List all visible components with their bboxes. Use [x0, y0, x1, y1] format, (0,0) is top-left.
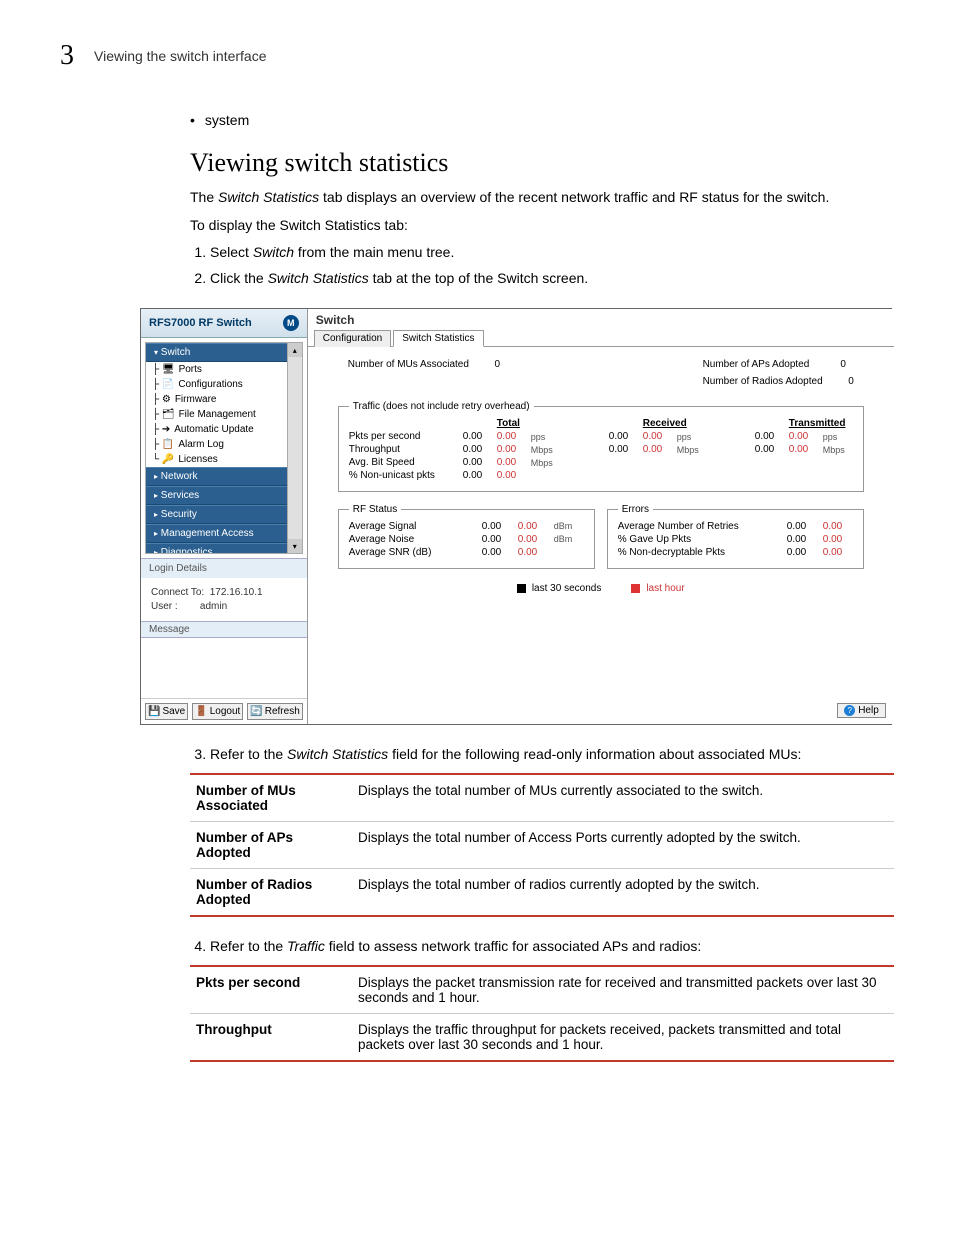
col-transmitted: Transmitted [789, 418, 819, 429]
nav-item-alarm-log[interactable]: ├ 📋 Alarm Log [146, 437, 302, 452]
mus-label: Number of MUs Associated [348, 359, 469, 370]
brand-logo-icon: M [283, 315, 299, 331]
table-row: ThroughputDisplays the traffic throughpu… [190, 1013, 894, 1061]
summary-row: Number of MUs Associated 0 Number of APs… [338, 359, 864, 387]
square-red-icon [631, 584, 640, 593]
errors-fieldset: Errors Average Number of Retries0.000.00… [607, 504, 864, 569]
step-3: Refer to the Switch Statistics field for… [210, 745, 894, 765]
nav-item-automatic-update[interactable]: ├ ➔ Automatic Update [146, 422, 302, 437]
logout-button[interactable]: 🚪 Logout [192, 703, 243, 720]
help-icon: ? [844, 705, 855, 716]
nav-tree[interactable]: ▾ Switch ├ 🖥 Ports ├ 📄 Configurations ├ … [145, 342, 303, 554]
nav-section-management-access[interactable]: ▸ Management Access [146, 524, 302, 543]
steps-list-cont: Refer to the Switch Statistics field for… [190, 745, 894, 765]
row-avg-bit-speed: Avg. Bit Speed [349, 457, 459, 468]
traffic-legend: Traffic (does not include retry overhead… [349, 401, 534, 412]
aps-label: Number of APs Adopted [703, 359, 810, 370]
intro-paragraph: The Switch Statistics tab displays an ov… [190, 188, 894, 208]
col-total: Total [497, 418, 527, 429]
refresh-button[interactable]: 🔄 Refresh [247, 703, 302, 720]
col-received: Received [643, 418, 673, 429]
main-panel: Switch Configuration Switch Statistics N… [308, 309, 894, 724]
login-details-header: Login Details [141, 558, 307, 578]
errors-legend: Errors [618, 504, 653, 515]
radios-value: 0 [848, 376, 854, 387]
row-throughput: Throughput [349, 444, 459, 455]
page-header: 3 Viewing the switch interface [60, 40, 894, 72]
help-button[interactable]: ?Help [837, 703, 886, 718]
traffic-fieldset: Traffic (does not include retry overhead… [338, 401, 864, 492]
step-4: Refer to the Traffic field to assess net… [210, 937, 894, 957]
table-row: Number of MUs AssociatedDisplays the tot… [190, 774, 894, 822]
message-header: Message [141, 621, 307, 638]
table-row: Number of Radios AdoptedDisplays the tot… [190, 868, 894, 916]
square-black-icon [517, 584, 526, 593]
nav-item-ports[interactable]: ├ 🖥 Ports [146, 362, 302, 377]
time-legend: last 30 seconds last hour [338, 583, 864, 594]
tabs: Configuration Switch Statistics [308, 329, 894, 347]
rf-legend: RF Status [349, 504, 401, 515]
radios-label: Number of Radios Adopted [703, 376, 823, 387]
panel-title: Switch [308, 309, 894, 327]
save-button[interactable]: 💾 Save [145, 703, 188, 720]
step-1: Select Switch from the main menu tree. [210, 243, 894, 263]
bullet-text: system [205, 112, 249, 128]
nav-section-network[interactable]: ▸ Network [146, 467, 302, 486]
nav-item-configurations[interactable]: ├ 📄 Configurations [146, 377, 302, 392]
table-switch-statistics: Number of MUs AssociatedDisplays the tot… [190, 773, 894, 917]
row-non-unicast: % Non-unicast pkts [349, 470, 459, 481]
nav-section-services[interactable]: ▸ Services [146, 486, 302, 505]
nav-item-licenses[interactable]: └ 🔑 Licenses [146, 452, 302, 467]
chapter-number: 3 [60, 40, 74, 72]
section-heading: Viewing switch statistics [190, 148, 894, 178]
product-title-bar: RFS7000 RF Switch M [141, 309, 307, 338]
row-pps: Pkts per second [349, 431, 459, 442]
lead-text: To display the Switch Statistics tab: [190, 216, 894, 236]
nav-section-diagnostics[interactable]: ▸ Diagnostics [146, 543, 302, 554]
nav-item-file-management[interactable]: ├ 🗂 File Management [146, 407, 302, 422]
rf-status-fieldset: RF Status Average Signal0.000.00dBm Aver… [338, 504, 595, 569]
sidebar: RFS7000 RF Switch M ▾ Switch ├ 🖥 Ports ├… [141, 309, 308, 724]
table-traffic: Pkts per secondDisplays the packet trans… [190, 965, 894, 1062]
nav-section-switch[interactable]: ▾ Switch [146, 343, 302, 362]
table-row: Number of APs AdoptedDisplays the total … [190, 821, 894, 868]
product-name: RFS7000 RF Switch [149, 317, 252, 329]
table-row: Pkts per secondDisplays the packet trans… [190, 966, 894, 1014]
app-screenshot: RFS7000 RF Switch M ▾ Switch ├ 🖥 Ports ├… [140, 308, 892, 725]
tab-configuration[interactable]: Configuration [314, 330, 391, 347]
steps-list-cont2: Refer to the Traffic field to assess net… [190, 937, 894, 957]
chapter-title: Viewing the switch interface [94, 48, 267, 64]
nav-item-firmware[interactable]: ├ ⚙ Firmware [146, 392, 302, 407]
nav-section-security[interactable]: ▸ Security [146, 505, 302, 524]
aps-value: 0 [840, 359, 846, 370]
tab-switch-statistics[interactable]: Switch Statistics [393, 330, 483, 347]
mus-value: 0 [495, 359, 501, 370]
step-2: Click the Switch Statistics tab at the t… [210, 269, 894, 289]
login-details-body: Connect To: 172.16.10.1 User : admin [141, 578, 307, 621]
nav-scrollbar[interactable]: ▴▾ [287, 343, 302, 553]
steps-list: Select Switch from the main menu tree. C… [190, 243, 894, 288]
bullet-item: •system [190, 112, 894, 128]
message-body [141, 638, 307, 698]
